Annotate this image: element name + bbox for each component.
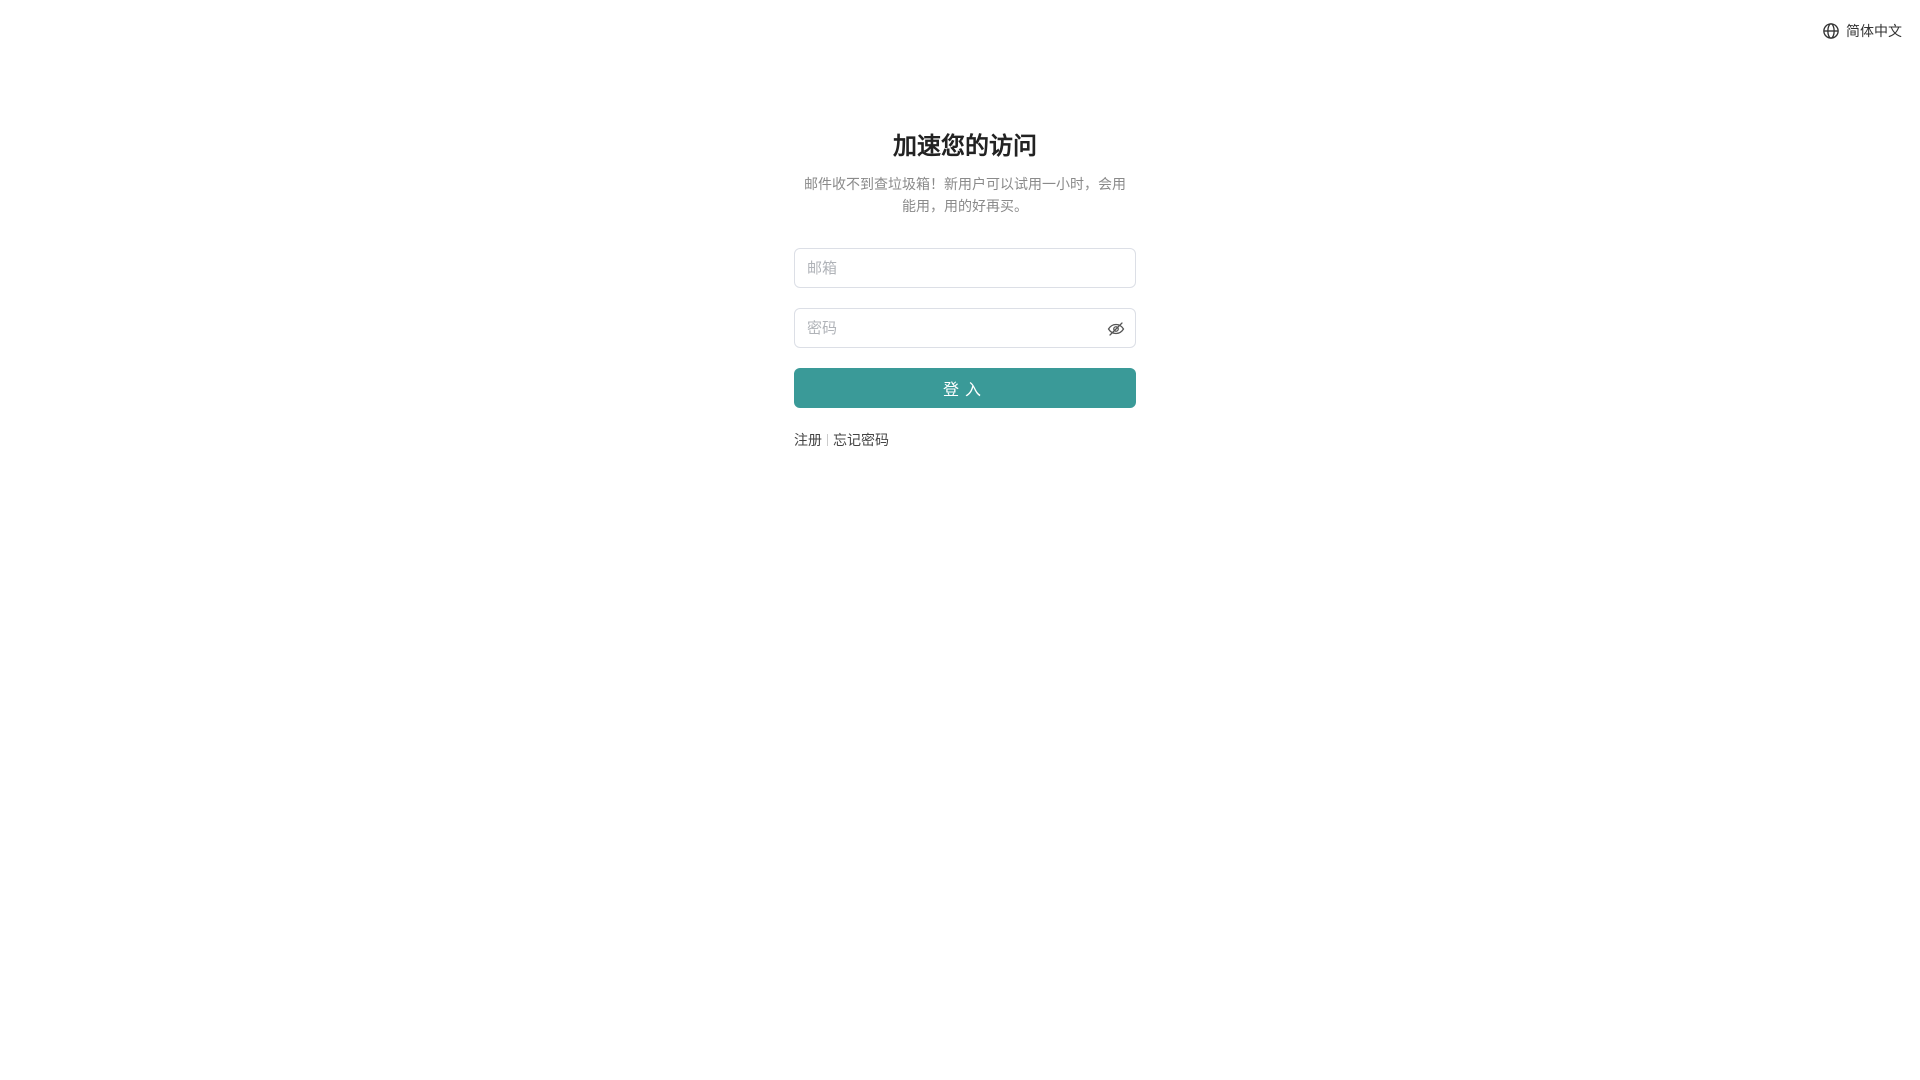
email-input[interactable]: [795, 249, 1135, 287]
page-subtitle: 邮件收不到查垃圾箱！新用户可以试用一小时，会用能用，用的好再买。: [804, 177, 1126, 215]
login-page: 简体中文 加速您的访问 邮件收不到查垃圾箱！新用户可以试用一小时，会用能用，用的…: [0, 0, 1920, 1080]
globe-icon: [1822, 22, 1840, 40]
login-button[interactable]: 登入: [794, 368, 1136, 408]
language-label: 简体中文: [1846, 24, 1902, 40]
page-title: 加速您的访问: [893, 132, 1037, 160]
register-link[interactable]: 注册: [794, 430, 822, 450]
password-field-wrapper: [794, 308, 1136, 348]
language-switcher[interactable]: 简体中文: [1822, 21, 1902, 41]
email-field-wrapper: [794, 248, 1136, 288]
password-input[interactable]: [795, 309, 1135, 347]
login-card: 加速您的访问 邮件收不到查垃圾箱！新用户可以试用一小时，会用能用，用的好再买。 …: [794, 128, 1136, 450]
auth-links: 注册 忘记密码: [794, 430, 1136, 450]
eye-off-icon[interactable]: [1107, 320, 1125, 338]
forgot-password-link[interactable]: 忘记密码: [833, 430, 889, 450]
link-divider: [827, 434, 828, 446]
